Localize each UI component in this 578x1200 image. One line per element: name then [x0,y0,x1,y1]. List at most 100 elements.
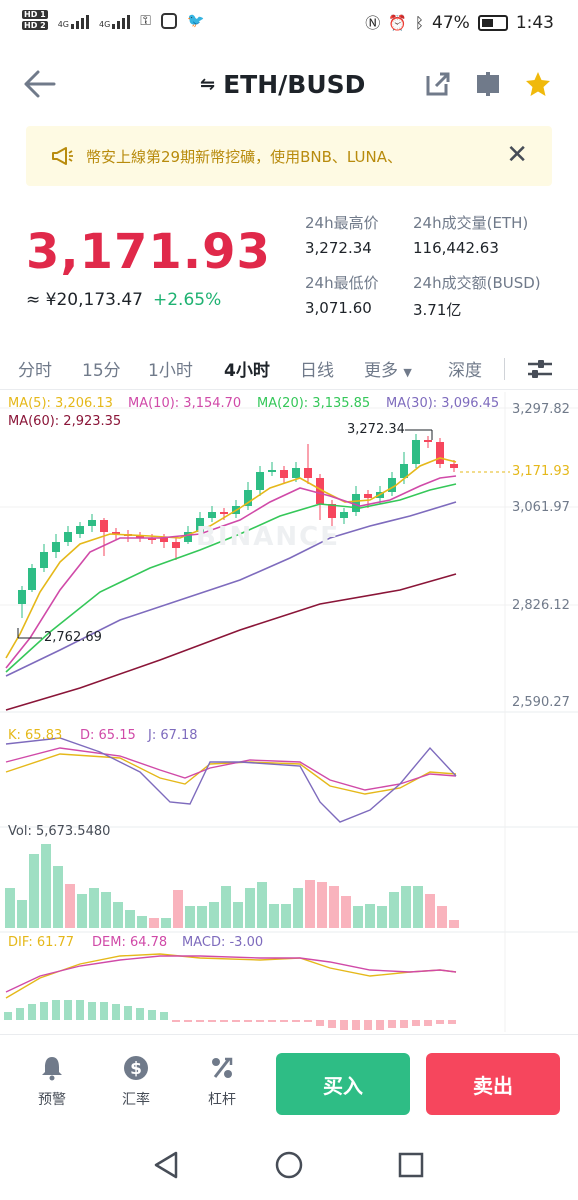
tab-timeshare[interactable]: 分时 [18,356,52,381]
candle-body [40,552,48,568]
nav-back-icon[interactable] [152,1150,180,1180]
macd-histogram-bar [400,1020,408,1028]
volume-bar [377,906,387,928]
tab-depth[interactable]: 深度 [448,356,482,381]
battery-percent: 47% [432,12,470,33]
candle-body [340,512,348,518]
top-nav: ⇋ ETH/BUSD [0,56,578,116]
axis-label-2: 3,061.97 [512,500,570,515]
macd-histogram-bar [172,1020,180,1022]
candle-body [18,590,26,604]
macd-value-label: MACD: -3.00 [182,935,264,950]
candle-body [292,468,300,478]
macd-histogram-bar [136,1008,144,1020]
volume-bar [113,902,123,928]
binance-watermark: BINANCE [196,522,340,552]
candle-body [450,464,458,468]
alarm-icon: ⏰ [388,13,407,32]
layout-toggle-icon[interactable] [474,70,502,98]
percent-icon [212,1057,233,1078]
macd-histogram-bar [88,1002,96,1020]
volume-bar [281,904,291,928]
svg-text:$: $ [130,1059,142,1079]
nav-home-icon[interactable] [274,1150,304,1180]
trade-bar: 预警 $ 汇率 杠杆 买入 卖出 [0,1034,578,1126]
settings-sliders-icon[interactable] [526,356,554,382]
volume-bar [269,904,279,928]
back-arrow-icon[interactable] [20,66,60,102]
fiat-price: ≈ ¥20,173.47 [26,290,143,310]
buy-button[interactable]: 买入 [276,1053,410,1115]
volume-bar [221,886,231,928]
volume-bar [209,902,219,928]
kline-chart[interactable]: MA(5): 3,206.13 MA(10): 3,154.70 MA(20):… [0,392,578,1032]
sell-button[interactable]: 卖出 [426,1053,560,1115]
macd-histogram-bar [112,1004,120,1020]
volume-bar [173,890,183,928]
pair-selector[interactable]: ⇋ ETH/BUSD [200,70,365,99]
nav-recents-icon[interactable] [398,1152,424,1178]
pair-name: ETH/BUSD [223,70,366,99]
caret-down-icon: ▼ [403,366,412,379]
macd-histogram-bar [16,1008,24,1020]
macd-histogram-bar [52,1000,60,1020]
tab-15m[interactable]: 15分 [82,356,121,381]
volume-bar [257,882,267,928]
favorite-star-icon[interactable] [524,70,552,98]
macd-histogram-bar [424,1020,432,1026]
alert-button[interactable]: 预警 [22,1053,82,1109]
swap-icon: ⇋ [200,74,216,95]
share-icon[interactable] [424,70,452,98]
tab-1h[interactable]: 1小时 [148,356,193,381]
sim-indicator: HD 1 HD 2 [22,10,48,30]
kdj-j-label: J: 67.18 [148,728,198,743]
candle-body [304,468,312,478]
macd-histogram-bar [376,1020,384,1030]
stat-volume: 24h成交量(ETH) 116,442.63 [413,214,529,257]
tab-4h[interactable]: 4小时 [224,356,270,381]
macd-histogram-bar [412,1020,420,1026]
close-icon[interactable]: ✕ [506,140,528,170]
volume-label: Vol: 5,673.5480 [8,824,111,839]
announcement-banner[interactable]: 幣安上線第29期新幣挖礦，使用BNB、LUNA、 ✕ [26,126,552,186]
leverage-label: 杠杆 [208,1092,236,1108]
volume-bar [185,906,195,928]
key-icon: ⚿ [140,13,151,29]
candle-body [208,512,216,518]
app-icon [160,13,177,29]
macd-histogram-bar [340,1020,348,1030]
volume-bar [17,900,27,928]
volume-bar [53,866,63,928]
banner-text: 幣安上線第29期新幣挖礦，使用BNB、LUNA、 [86,147,402,166]
leverage-button[interactable]: 杠杆 [192,1053,252,1109]
candle-body [28,568,36,590]
price-sub: ≈ ¥20,173.47 +2.65% [26,290,221,310]
bluetooth-icon: ᛒ [415,13,425,32]
candle-body [172,542,180,548]
low-marker: 2,762.69 [44,630,102,645]
candle-body [424,440,432,442]
volume-bar [125,910,135,928]
macd-histogram-bar [28,1004,36,1020]
candle-body [64,532,72,542]
macd-dem-label: DEM: 64.78 [92,935,168,950]
network-type-1: 4G [57,20,69,29]
tab-1d[interactable]: 日线 [300,356,334,381]
volume-bar [305,880,315,928]
volume-bar [365,904,375,928]
battery-icon [477,14,508,31]
volume-bar [5,888,15,928]
candle-body [52,542,60,552]
macd-histogram-bar [388,1020,396,1028]
macd-histogram-bar [328,1020,336,1028]
tab-more[interactable]: 更多 ▼ [364,356,412,381]
volume-bar [101,892,111,928]
alert-label: 预警 [38,1092,66,1108]
macd-histogram-bar [304,1020,312,1022]
megaphone-icon [52,147,73,165]
macd-histogram-bar [184,1020,192,1022]
candle-body [220,512,228,514]
ma5-label: MA(5): 3,206.13 [8,396,113,411]
rate-button[interactable]: $ 汇率 [106,1053,166,1109]
macd-histogram-bar [352,1020,360,1030]
